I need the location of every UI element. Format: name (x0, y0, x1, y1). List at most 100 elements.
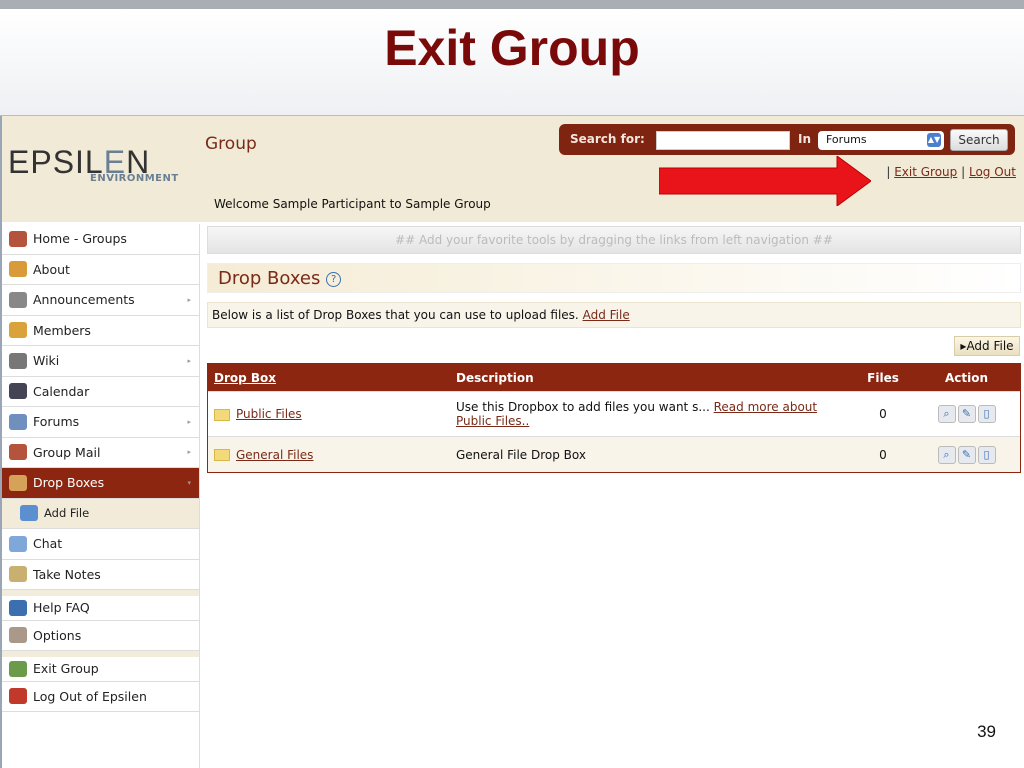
members-icon (9, 322, 27, 339)
dropbox-table: Drop Box Description Files Action Public… (207, 363, 1021, 473)
separator: | (961, 165, 966, 179)
dropbox-link[interactable]: General Files (236, 448, 313, 462)
sidebar-item-label: Log Out of Epsilen (33, 688, 147, 704)
col-action: Action (944, 370, 989, 385)
table-row: General Files General File Drop Box 0 ⌕ ✎… (208, 436, 1020, 472)
favorites-bar[interactable]: ## Add your favorite tools by dragging t… (207, 226, 1021, 254)
col-dropbox[interactable]: Drop Box (214, 371, 276, 385)
welcome-text: Welcome Sample Participant to Sample Gro… (214, 197, 491, 211)
chevron-icon: ▸ (187, 448, 191, 457)
row-description: Use this Dropbox to add files you want s… (451, 400, 853, 428)
col-description: Description (456, 370, 534, 385)
select-arrows-icon: ▲▼ (927, 133, 941, 147)
edit-icon[interactable]: ✎ (957, 445, 976, 464)
sidebar-item-help-faq[interactable]: Help FAQ (2, 590, 199, 621)
sidebar-item-label: Announcements (33, 292, 135, 308)
chevron-icon: ▸ (187, 356, 191, 365)
calendar-icon (9, 383, 27, 400)
exit-icon (9, 660, 27, 677)
sidebar-item-home-groups[interactable]: Home - Groups (2, 224, 199, 255)
view-icon[interactable]: ⌕ (937, 405, 956, 423)
help-icon[interactable]: ? (326, 271, 342, 287)
sidebar-item-label: Forums (33, 414, 80, 430)
sidebar-item-log-out-of-epsilen[interactable]: Log Out of Epsilen (2, 682, 199, 712)
sidebar-item-group-mail[interactable]: Group Mail ▸ (2, 438, 199, 468)
log-out-link[interactable]: Log Out (969, 165, 1016, 179)
app-header: EPSILEN ENVIRONMENT Group Welcome Sample… (2, 116, 1024, 222)
slide-title: Exit Group (384, 20, 640, 76)
sidebar-item-label: About (33, 261, 70, 277)
sidebar-item-take-notes[interactable]: Take Notes (2, 560, 199, 590)
sidebar-item-drop-boxes[interactable]: Drop Boxes ▾ (2, 468, 199, 499)
sidebar-item-announcements[interactable]: Announcements ▸ (2, 285, 199, 316)
row-description: General File Drop Box (456, 447, 586, 462)
table-header: Drop Box Description Files Action (208, 364, 1020, 391)
add-file-button[interactable]: ▸Add File (954, 336, 1020, 356)
sidebar-item-about[interactable]: About (2, 255, 199, 285)
sidebar-item-label: Wiki (33, 353, 60, 369)
chevron-icon: ▾ (187, 478, 191, 487)
search-button[interactable]: Search (950, 129, 1008, 151)
wiki-icon (9, 352, 27, 369)
delete-icon[interactable]: ▯ (977, 445, 996, 464)
chevron-icon: ▸ (187, 417, 191, 426)
forums-icon (9, 413, 27, 430)
exit-group-link[interactable]: Exit Group (894, 165, 957, 179)
red-arrow-annotation (659, 156, 871, 206)
page-title: Drop Boxes ? (207, 263, 1021, 293)
main-content: ## Add your favorite tools by dragging t… (207, 226, 1021, 473)
sidebar-item-chat[interactable]: Chat (2, 529, 199, 560)
search-label: Search for: (570, 132, 645, 146)
home-icon (9, 230, 27, 247)
search-bar: Search for: In Forums ▲▼ Search (559, 124, 1015, 155)
view-icon[interactable]: ⌕ (937, 445, 956, 464)
folder-icon (214, 408, 230, 421)
sidebar-item-label: Drop Boxes (33, 475, 105, 491)
dropbox-icon (9, 474, 27, 491)
dropbox-link[interactable]: Public Files (236, 407, 302, 421)
sidebar-item-label: Take Notes (33, 566, 101, 582)
search-input[interactable] (656, 131, 790, 150)
mail-icon (9, 444, 27, 461)
col-files: Files (867, 370, 899, 385)
chat-icon (9, 535, 27, 552)
search-scope-select[interactable]: Forums ▲▼ (818, 131, 944, 150)
top-links: | Exit Group | Log Out (886, 165, 1016, 179)
sidebar-item-forums[interactable]: Forums ▸ (2, 407, 199, 438)
sidebar-item-members[interactable]: Members (2, 316, 199, 346)
logout-icon (9, 688, 27, 705)
section-title: Group (205, 134, 257, 154)
chevron-icon: ▸ (187, 295, 191, 304)
sidebar-item-add-file[interactable]: Add File (2, 498, 199, 529)
files-count: 0 (879, 447, 887, 462)
logo-sub: ENVIRONMENT (90, 173, 179, 184)
files-count: 0 (879, 407, 887, 421)
sidebar-item-label: Calendar (33, 383, 90, 399)
delete-icon[interactable]: ▯ (977, 405, 996, 423)
desc-text: Use this Dropbox to add files you want s… (456, 400, 710, 414)
about-icon (9, 261, 27, 278)
search-in-label: In (798, 132, 812, 146)
sidebar-item-label: Home - Groups (33, 231, 127, 247)
slide-top-bar (0, 0, 1024, 9)
options-icon (9, 627, 27, 644)
sidebar-item-exit-group[interactable]: Exit Group (2, 651, 199, 682)
sidebar-item-label: Help FAQ (33, 600, 90, 616)
notes-icon (9, 566, 27, 583)
sidebar-item-label: Members (33, 322, 91, 338)
add-file-link[interactable]: Add File (583, 308, 630, 322)
sidebar-item-label: Options (33, 627, 82, 643)
description-bar: Below is a list of Drop Boxes that you c… (207, 302, 1021, 328)
announcements-icon (9, 291, 27, 308)
help-icon (9, 599, 27, 616)
sidebar-item-wiki[interactable]: Wiki ▸ (2, 346, 199, 377)
sidebar-item-label: Exit Group (33, 661, 99, 677)
sidebar-item-label: Group Mail (33, 444, 101, 460)
sidebar-item-label: Chat (33, 536, 63, 552)
sidebar-nav: Home - Groups About Announcements ▸ Members W… (2, 224, 200, 768)
add-file-icon (20, 505, 38, 522)
sidebar-item-calendar[interactable]: Calendar (2, 377, 199, 407)
sidebar-item-options[interactable]: Options (2, 621, 199, 651)
slide-header: Exit Group (0, 9, 1024, 116)
edit-icon[interactable]: ✎ (957, 405, 976, 423)
